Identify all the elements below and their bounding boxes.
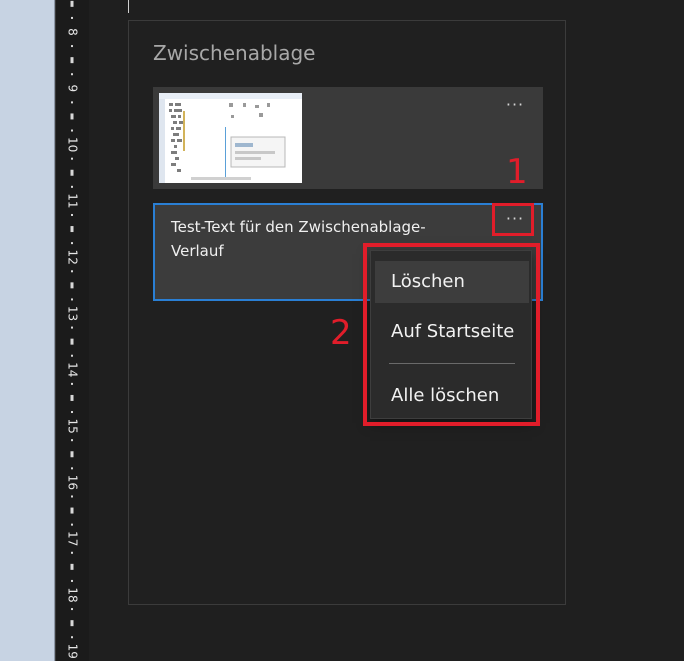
ruler-tick: [70, 451, 74, 458]
app-window: 8 9 10 11 12 13 14 15 16 17 18 19 Zwischenablage: [0, 0, 684, 661]
ruler-tick: [71, 45, 73, 48]
ruler-tick: [71, 185, 73, 188]
ruler-tick: [70, 57, 74, 64]
ruler-tick: [70, 563, 74, 570]
ruler-label: 15: [66, 418, 80, 433]
clipboard-item-image[interactable]: ···: [153, 87, 543, 189]
annotation-highlight-1: [492, 203, 534, 236]
ruler-tick: [71, 16, 73, 19]
ruler-label: 19: [66, 644, 80, 659]
ruler-label: 17: [66, 531, 80, 546]
ruler-tick: [71, 523, 73, 526]
ruler-label: 16: [66, 475, 80, 490]
ruler-tick: [71, 298, 73, 301]
ruler-graphic: 8 9 10 11 12 13 14 15 16 17 18 19: [66, 0, 80, 659]
ruler-label: 9: [66, 84, 80, 92]
ruler-tick: [70, 620, 74, 627]
ruler-tick: [71, 551, 73, 554]
ruler-label: 10: [66, 137, 80, 152]
ruler-tick: [71, 213, 73, 216]
ruler-label: 14: [66, 362, 80, 377]
ruler-tick: [71, 439, 73, 442]
ruler-label: 13: [66, 306, 80, 321]
ruler-tick: [71, 73, 73, 76]
ruler-tick: [71, 608, 73, 611]
ruler-tick: [70, 226, 74, 233]
ruler-tick: [71, 157, 73, 160]
ruler-tick: [71, 242, 73, 245]
ruler-tick: [71, 467, 73, 470]
annotation-marker-2: 2: [330, 313, 352, 353]
ruler-tick: [71, 129, 73, 132]
ruler-tick: [71, 354, 73, 357]
ruler-tick: [70, 0, 74, 7]
ruler-label: 8: [66, 28, 80, 36]
panel-title: Zwischenablage: [153, 41, 316, 65]
ruler-label: 12: [66, 250, 80, 265]
ruler-tick: [71, 326, 73, 329]
annotation-highlight-2: [363, 243, 540, 426]
more-options-button-image[interactable]: ···: [497, 95, 533, 121]
ruler-label: 18: [66, 587, 80, 602]
ruler-tick: [71, 495, 73, 498]
ruler-tick: [71, 579, 73, 582]
ruler-tick: [70, 169, 74, 176]
ruler-tick: [70, 113, 74, 120]
ruler-tick: [71, 411, 73, 414]
ruler-tick: [71, 382, 73, 385]
ruler-tick: [70, 282, 74, 289]
ruler-tick: [70, 507, 74, 514]
text-cursor: [128, 0, 129, 13]
ruler-tick: [71, 101, 73, 104]
ruler-tick: [71, 270, 73, 273]
thumbnail-image: [159, 93, 302, 183]
ruler-tick: [70, 338, 74, 345]
left-pane: [0, 0, 55, 661]
screenshot-thumbnail: [159, 93, 302, 183]
annotation-marker-1: 1: [506, 152, 528, 192]
ruler-label: 11: [66, 193, 80, 208]
ruler-tick: [71, 636, 73, 639]
ruler-tick: [70, 394, 74, 401]
vertical-ruler: 8 9 10 11 12 13 14 15 16 17 18 19: [55, 0, 90, 661]
